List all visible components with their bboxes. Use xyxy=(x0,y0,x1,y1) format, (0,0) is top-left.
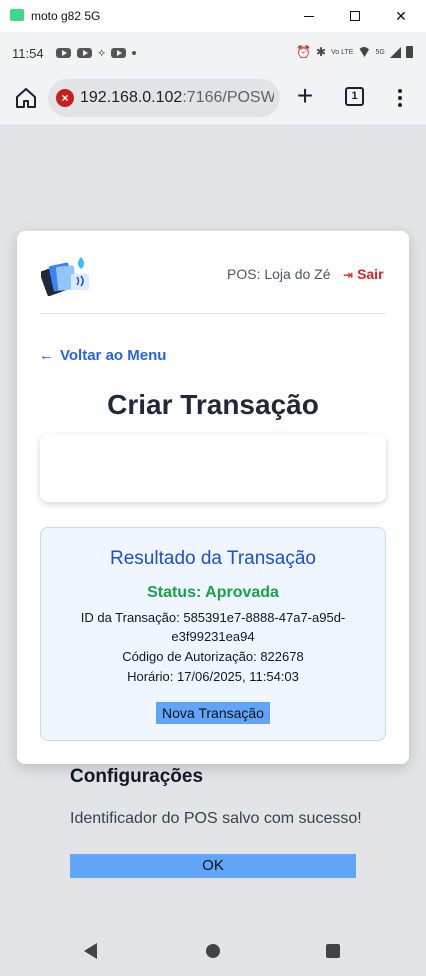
youtube-icon xyxy=(56,48,71,58)
status-time: 11:54 xyxy=(12,46,44,61)
more-notifications-icon xyxy=(132,51,137,55)
tab-switcher-icon[interactable]: 1 xyxy=(345,87,364,106)
wifi-icon xyxy=(358,47,371,57)
battery-icon xyxy=(405,46,413,58)
config-title: Configurações xyxy=(70,766,204,787)
back-to-menu-link[interactable]: ← Voltar ao Menu xyxy=(39,347,166,364)
volte-icon: Vo LTE xyxy=(331,48,354,56)
emulator-title-bar: moto g82 5G ✕ xyxy=(0,0,426,32)
close-window-button[interactable]: ✕ xyxy=(378,0,424,32)
logout-link[interactable]: ⇥ Sair xyxy=(343,266,384,282)
logout-label: Sair xyxy=(357,266,384,282)
home-icon[interactable] xyxy=(14,86,38,110)
url-text[interactable]: 192.168.0.102:7166/POSWeb xyxy=(80,89,274,107)
fiveg-label: 5G xyxy=(375,48,385,56)
minimize-icon xyxy=(304,15,314,17)
youtube-icon xyxy=(111,48,127,58)
transaction-card: POS: Loja do Zé ⇥ Sair ← Voltar ao Menu Cr… xyxy=(17,231,409,764)
config-message: Identificador do POS salvo com sucesso! xyxy=(70,810,362,827)
window-title: moto g82 5G xyxy=(31,9,101,23)
system-icons: ⏰ ✱ Vo LTE 5G xyxy=(296,45,413,59)
bluetooth-icon: ✱ xyxy=(315,45,327,59)
minimize-button[interactable] xyxy=(286,0,332,32)
ok-button[interactable]: OK xyxy=(70,854,356,878)
plus-icon[interactable]: + xyxy=(293,82,317,110)
arrow-left-icon: ← xyxy=(39,347,54,364)
transaction-form-panel xyxy=(40,434,386,502)
maximize-icon xyxy=(350,11,360,21)
maximize-button[interactable] xyxy=(332,0,378,32)
page-title: Criar Transação xyxy=(107,389,319,420)
back-label: Voltar ao Menu xyxy=(60,347,167,364)
transaction-time: Horário: 17/06/2025, 11:54:03 xyxy=(127,669,299,684)
header-divider xyxy=(40,313,386,314)
youtube-icon xyxy=(77,48,92,58)
transaction-result-box: Resultado da Transação Status: Aprovada … xyxy=(40,527,386,741)
error-icon: × xyxy=(56,89,74,107)
android-status-bar: 11:54 ⟡ ⏰ ✱ Vo LTE 5G xyxy=(0,32,426,74)
transaction-id: ID da Transação: 585391e7-8888-47a7-a95d… xyxy=(80,610,346,644)
notification-icons: ⟡ xyxy=(56,47,137,59)
close-icon: ✕ xyxy=(395,7,407,24)
authorization-code: Código de Autorização: 822678 xyxy=(122,649,304,664)
result-status: Status: Aprovada xyxy=(147,584,279,601)
nav-back-icon[interactable] xyxy=(84,943,97,959)
pos-label: POS: Loja do Zé xyxy=(227,266,331,282)
signal-icon xyxy=(389,46,401,58)
nav-home-icon[interactable] xyxy=(206,944,220,958)
android-app-icon xyxy=(10,9,24,21)
more-vert-icon[interactable] xyxy=(392,87,408,109)
page-content: Configurações Identificador do POS salvo… xyxy=(0,127,426,921)
app-notification-icon: ⟡ xyxy=(98,47,106,59)
browser-toolbar: × 192.168.0.102:7166/POSWeb + 1 xyxy=(0,74,426,126)
logo-icon xyxy=(41,257,89,296)
android-nav-bar xyxy=(0,921,426,976)
nav-recents-icon[interactable] xyxy=(326,944,340,958)
alarm-icon: ⏰ xyxy=(296,45,311,59)
address-bar[interactable]: × 192.168.0.102:7166/POSWeb xyxy=(48,79,280,117)
url-host: 192.168.0.102 xyxy=(80,89,183,106)
logout-icon: ⇥ xyxy=(343,268,354,282)
result-title: Resultado da Transação xyxy=(110,548,316,569)
new-transaction-button[interactable]: Nova Transação xyxy=(156,702,270,724)
url-path: :7166/POSWeb xyxy=(182,89,274,106)
